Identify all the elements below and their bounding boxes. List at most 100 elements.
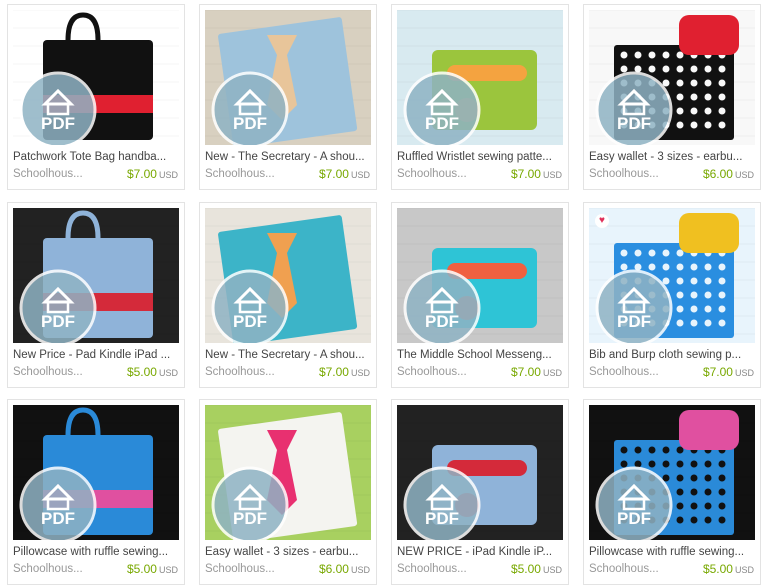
schoolhouse-logo-icon: PDF — [403, 466, 481, 540]
schoolhouse-logo-icon: PDF — [19, 466, 97, 540]
shop-name[interactable]: Schoolhous... — [13, 365, 98, 379]
shop-name[interactable]: Schoolhous... — [205, 365, 290, 379]
listing-price: $5.00 USD — [127, 562, 178, 577]
listing-image[interactable]: PDF — [589, 10, 755, 145]
svg-text:PDF: PDF — [41, 509, 75, 528]
svg-text:PDF: PDF — [41, 114, 75, 133]
shop-name[interactable]: Schoolhous... — [397, 562, 482, 576]
svg-text:PDF: PDF — [425, 114, 459, 133]
listing-price: $7.00 USD — [703, 365, 754, 380]
svg-text:PDF: PDF — [617, 509, 651, 528]
listing-image[interactable]: PDF — [205, 405, 371, 540]
price-currency: USD — [350, 368, 370, 378]
shop-name[interactable]: Schoolhous... — [589, 365, 674, 379]
listing-title[interactable]: Patchwork Tote Bag handba... — [13, 150, 181, 164]
listing-grid: PDF Patchwork Tote Bag handba... Schoolho… — [0, 0, 773, 588]
svg-text:PDF: PDF — [617, 312, 651, 331]
listing-title[interactable]: New - The Secretary - A shou... — [205, 348, 373, 362]
listing-title[interactable]: Pillowcase with ruffle sewing... — [13, 545, 181, 559]
listing-image[interactable]: PDF — [205, 208, 371, 343]
shop-name[interactable]: Schoolhous... — [397, 167, 482, 181]
svg-text:PDF: PDF — [41, 312, 75, 331]
listing-price: $7.00 USD — [127, 167, 178, 182]
price-amount: $5.00 — [126, 562, 157, 576]
listing-image[interactable]: PDF — [397, 10, 563, 145]
shop-name[interactable]: Schoolhous... — [589, 167, 674, 181]
listing-title[interactable]: NEW PRICE - iPad Kindle iP... — [397, 545, 565, 559]
listing-price: $5.00 USD — [511, 562, 562, 577]
price-amount: $5.00 — [702, 562, 733, 576]
listing-card[interactable]: PDF Patchwork Tote Bag handba... Schoolho… — [7, 4, 185, 190]
listing-title[interactable]: Bib and Burp cloth sewing p... — [589, 348, 757, 362]
listing-image[interactable]: PDF — [13, 10, 179, 145]
schoolhouse-logo-icon: PDF — [403, 269, 481, 343]
listing-price: $5.00 USD — [127, 365, 178, 380]
price-currency: USD — [158, 565, 178, 575]
schoolhouse-logo-icon: PDF — [595, 269, 673, 343]
price-currency: USD — [350, 565, 370, 575]
shop-name[interactable]: Schoolhous... — [13, 167, 98, 181]
listing-card[interactable]: PDF New - The Secretary - A shou... Schoo… — [199, 4, 377, 190]
svg-text:PDF: PDF — [425, 509, 459, 528]
price-currency: USD — [734, 170, 754, 180]
listing-card[interactable]: PDF The Middle School Messeng... Schoolho… — [391, 202, 569, 388]
schoolhouse-logo-icon: PDF — [19, 269, 97, 343]
listing-price: $6.00 USD — [319, 562, 370, 577]
svg-text:PDF: PDF — [233, 509, 267, 528]
listing-card[interactable]: PDF ♥ Bib and Burp cloth sewing p... Schoo… — [583, 202, 761, 388]
schoolhouse-logo-icon: PDF — [595, 466, 673, 540]
listing-price: $6.00 USD — [703, 167, 754, 182]
svg-text:PDF: PDF — [233, 312, 267, 331]
listing-card[interactable]: PDF Easy wallet - 3 sizes - earbu... Scho… — [583, 4, 761, 190]
listing-title[interactable]: Easy wallet - 3 sizes - earbu... — [205, 545, 373, 559]
svg-text:PDF: PDF — [617, 114, 651, 133]
price-currency: USD — [734, 368, 754, 378]
listing-image[interactable]: PDF — [13, 208, 179, 343]
listing-card[interactable]: PDF New - The Secretary - A shou... Schoo… — [199, 202, 377, 388]
price-amount: $6.00 — [318, 562, 349, 576]
schoolhouse-logo-icon: PDF — [211, 466, 289, 540]
schoolhouse-logo-icon: PDF — [595, 71, 673, 145]
price-currency: USD — [542, 368, 562, 378]
listing-image[interactable]: PDF — [397, 208, 563, 343]
listing-card[interactable]: PDF Ruffled Wristlet sewing patte... Scho… — [391, 4, 569, 190]
shop-name[interactable]: Schoolhous... — [589, 562, 674, 576]
heart-icon[interactable]: ♥ — [595, 214, 609, 228]
listing-title[interactable]: Easy wallet - 3 sizes - earbu... — [589, 150, 757, 164]
shop-name[interactable]: Schoolhous... — [205, 167, 290, 181]
shop-name[interactable]: Schoolhous... — [205, 562, 290, 576]
price-currency: USD — [542, 565, 562, 575]
shop-name[interactable]: Schoolhous... — [13, 562, 98, 576]
schoolhouse-logo-icon: PDF — [211, 269, 289, 343]
price-amount: $7.00 — [318, 365, 349, 379]
listing-image[interactable]: PDF — [13, 405, 179, 540]
schoolhouse-logo-icon: PDF — [403, 71, 481, 145]
listing-card[interactable]: PDF Pillowcase with ruffle sewing... Scho… — [583, 399, 761, 585]
listing-title[interactable]: Ruffled Wristlet sewing patte... — [397, 150, 565, 164]
listing-title[interactable]: New - The Secretary - A shou... — [205, 150, 373, 164]
price-amount: $5.00 — [510, 562, 541, 576]
listing-card[interactable]: PDF Pillowcase with ruffle sewing... Scho… — [7, 399, 185, 585]
price-currency: USD — [350, 170, 370, 180]
listing-image[interactable]: PDF — [397, 405, 563, 540]
shop-name[interactable]: Schoolhous... — [397, 365, 482, 379]
listing-image[interactable]: PDF — [589, 208, 755, 343]
schoolhouse-logo-icon: PDF — [19, 71, 97, 145]
listing-title[interactable]: New Price - Pad Kindle iPad ... — [13, 348, 181, 362]
listing-card[interactable]: PDF Easy wallet - 3 sizes - earbu... Scho… — [199, 399, 377, 585]
listing-card[interactable]: PDF New Price - Pad Kindle iPad ... Schoo… — [7, 202, 185, 388]
price-currency: USD — [158, 170, 178, 180]
price-amount: $6.00 — [702, 167, 733, 181]
listing-image[interactable]: PDF — [205, 10, 371, 145]
listing-title[interactable]: Pillowcase with ruffle sewing... — [589, 545, 757, 559]
price-currency: USD — [734, 565, 754, 575]
price-amount: $7.00 — [318, 167, 349, 181]
listing-card[interactable]: PDF NEW PRICE - iPad Kindle iP... Schoolh… — [391, 399, 569, 585]
svg-text:PDF: PDF — [233, 114, 267, 133]
price-amount: $5.00 — [126, 365, 157, 379]
listing-image[interactable]: PDF — [589, 405, 755, 540]
listing-price: $7.00 USD — [511, 167, 562, 182]
svg-text:PDF: PDF — [425, 312, 459, 331]
listing-title[interactable]: The Middle School Messeng... — [397, 348, 565, 362]
price-amount: $7.00 — [126, 167, 157, 181]
